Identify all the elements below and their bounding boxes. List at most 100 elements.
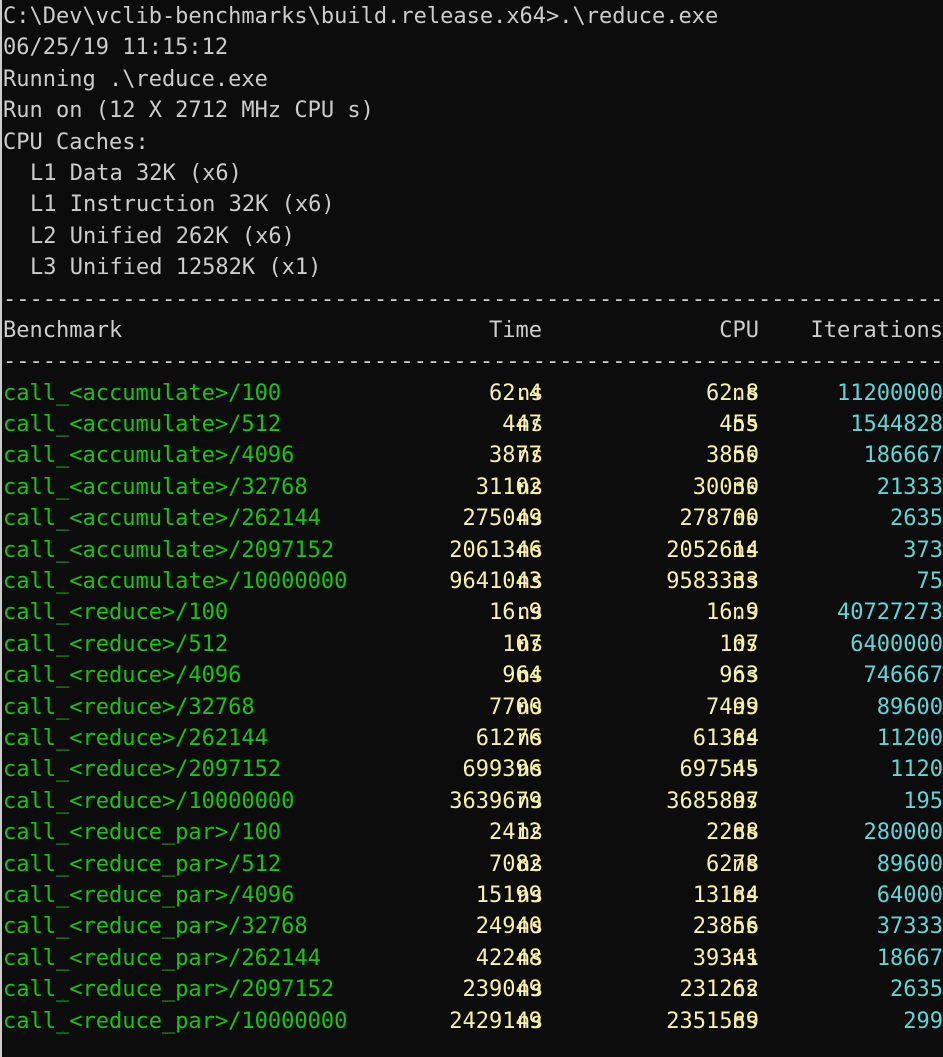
- time-unit: ns: [517, 945, 544, 971]
- iterations-value: 299: [903, 1008, 943, 1034]
- cpu-unit: ns: [732, 851, 759, 877]
- time-unit: ns: [517, 757, 544, 783]
- table-row: call_<reduce>/10000000 3639679 ns 3685897 ns…: [3, 786, 943, 817]
- cache-item: L1 Data 32K (x6): [30, 160, 242, 186]
- benchmark-name: call_<reduce_par>/32768: [3, 914, 308, 940]
- time-unit: ns: [517, 788, 544, 814]
- separator-line: ----------------------------------------…: [3, 349, 943, 375]
- cpu-unit: ns: [732, 569, 759, 595]
- cpu-unit: ns: [732, 945, 759, 971]
- separator-line: ----------------------------------------…: [3, 286, 943, 312]
- cpu-unit: ns: [732, 380, 759, 406]
- table-row: call_<reduce_par>/512 7082 ns 6278 ns 89600: [3, 849, 943, 880]
- table-row: call_<reduce>/512 107 ns 107 ns 6400000: [3, 629, 943, 660]
- iterations-value: 2635: [890, 977, 943, 1003]
- time-unit: ns: [517, 1008, 544, 1034]
- time-unit: ns: [517, 694, 544, 720]
- cpu-unit: ns: [732, 506, 759, 532]
- iterations-value: 186667: [863, 443, 943, 469]
- cache-item: L1 Instruction 32K (x6): [30, 192, 335, 218]
- time-unit: ns: [517, 820, 544, 846]
- table-row: call_<accumulate>/10000000 9641043 ns 95833…: [3, 566, 943, 597]
- cpu-unit: ns: [732, 788, 759, 814]
- iterations-value: 195: [903, 788, 943, 814]
- iterations-value: 37333: [876, 914, 943, 940]
- benchmark-name: call_<reduce>/4096: [3, 663, 242, 689]
- iterations-value: 11200: [876, 725, 943, 751]
- benchmark-name: call_<accumulate>/512: [3, 412, 282, 438]
- iterations-value: 373: [903, 537, 943, 563]
- running-text: Running .\reduce.exe: [3, 66, 268, 92]
- time-unit: ns: [517, 443, 544, 469]
- console-window[interactable]: C:\Dev\vclib-benchmarks\build.release.x6…: [0, 0, 943, 1057]
- benchmark-name: call_<accumulate>/2097152: [3, 537, 335, 563]
- time-unit: ns: [517, 506, 544, 532]
- table-header: Benchmark Time CPU Iterations: [3, 315, 943, 346]
- iterations-value: 18667: [876, 945, 943, 971]
- table-row: call_<accumulate>/512 447 ns 455 ns 1544828: [3, 409, 943, 440]
- benchmark-name: call_<reduce>/262144: [3, 725, 268, 751]
- column-header-time: Time: [489, 317, 542, 343]
- benchmark-name: call_<reduce>/512: [3, 631, 229, 657]
- benchmark-name: call_<reduce>/10000000: [3, 788, 295, 814]
- time-unit: ns: [517, 851, 544, 877]
- table-row: call_<reduce_par>/32768 24940 ns 23856 ns 373…: [3, 911, 943, 942]
- cpu-unit: ns: [732, 1008, 759, 1034]
- time-unit: ns: [517, 914, 544, 940]
- table-row: call_<reduce_par>/2097152 239049 ns 231262 n…: [3, 974, 943, 1005]
- table-row: call_<accumulate>/100 62.4 ns 62.8 ns 1120000…: [3, 378, 943, 409]
- time-unit: ns: [517, 600, 544, 626]
- cpu-unit: ns: [732, 882, 759, 908]
- benchmark-name: call_<accumulate>/32768: [3, 474, 308, 500]
- benchmark-name: call_<reduce>/100: [3, 600, 229, 626]
- benchmark-name: call_<accumulate>/4096: [3, 443, 295, 469]
- table-row: call_<reduce_par>/262144 42248 ns 39341 ns 18…: [3, 943, 943, 974]
- time-unit: ns: [517, 882, 544, 908]
- cpu-unit: ns: [732, 757, 759, 783]
- time-unit: ns: [517, 725, 544, 751]
- benchmark-name: call_<reduce_par>/100: [3, 820, 282, 846]
- benchmark-name: call_<reduce_par>/262144: [3, 945, 321, 971]
- iterations-value: 64000: [876, 882, 943, 908]
- cpu-unit: ns: [732, 663, 759, 689]
- time-unit: ns: [517, 474, 544, 500]
- benchmark-name: call_<reduce>/32768: [3, 694, 255, 720]
- cpu-unit: ns: [732, 600, 759, 626]
- iterations-value: 746667: [863, 663, 943, 689]
- iterations-value: 280000: [863, 820, 943, 846]
- table-row: call_<accumulate>/262144 275049 ns 278700 ns…: [3, 503, 943, 534]
- iterations-value: 89600: [876, 694, 943, 720]
- iterations-value: 6400000: [850, 631, 943, 657]
- table-row: call_<reduce_par>/4096 15199 ns 13184 ns 6400…: [3, 880, 943, 911]
- cpu-caches-title: CPU Caches:: [3, 129, 149, 155]
- benchmark-name: call_<accumulate>/262144: [3, 506, 321, 532]
- time-unit: ns: [517, 412, 544, 438]
- iterations-value: 11200000: [837, 380, 943, 406]
- column-header-iterations: Iterations: [810, 317, 943, 343]
- iterations-value: 1544828: [850, 412, 943, 438]
- time-unit: ns: [517, 380, 544, 406]
- table-row: call_<accumulate>/4096 3877 ns 3850 ns 186667: [3, 440, 943, 471]
- command-prompt: C:\Dev\vclib-benchmarks\build.release.x6…: [3, 4, 719, 29]
- benchmark-name: call_<accumulate>/10000000: [3, 569, 348, 595]
- table-row: call_<reduce>/100 16.9 ns 16.9 ns 40727273: [3, 597, 943, 628]
- cpu-unit: ns: [732, 977, 759, 1003]
- table-row: call_<accumulate>/32768 31102 ns 30030 ns 213…: [3, 472, 943, 503]
- table-row: call_<reduce_par>/100 2412 ns 2288 ns 280000: [3, 817, 943, 848]
- cpu-unit: ns: [732, 474, 759, 500]
- iterations-value: 89600: [876, 851, 943, 877]
- time-unit: ns: [517, 663, 544, 689]
- benchmark-name: call_<reduce_par>/10000000: [3, 1008, 348, 1034]
- benchmark-name: call_<reduce_par>/4096: [3, 882, 295, 908]
- table-row: call_<reduce>/2097152 699396 ns 697545 ns 112…: [3, 754, 943, 785]
- benchmark-name: call_<reduce_par>/512: [3, 851, 282, 877]
- cpu-unit: ns: [732, 412, 759, 438]
- cache-item: L2 Unified 262K (x6): [30, 223, 295, 249]
- iterations-value: 21333: [876, 474, 943, 500]
- cpu-unit: ns: [732, 631, 759, 657]
- cpu-unit: ns: [732, 694, 759, 720]
- benchmark-name: call_<reduce_par>/2097152: [3, 977, 335, 1003]
- time-unit: ns: [517, 977, 544, 1003]
- table-row: call_<reduce>/32768 7700 ns 7499 ns 89600: [3, 692, 943, 723]
- cpu-unit: ns: [732, 537, 759, 563]
